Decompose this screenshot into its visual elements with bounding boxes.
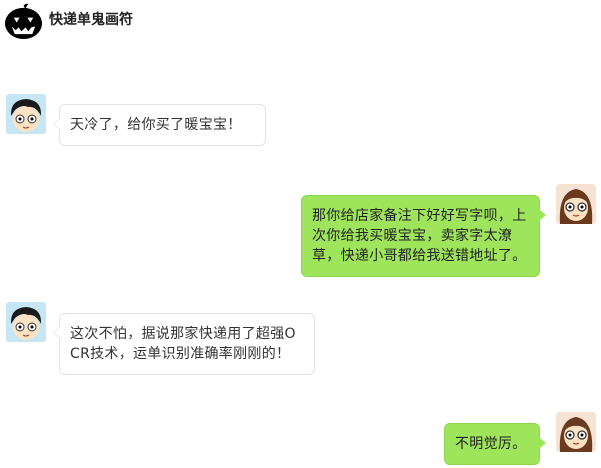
boy-avatar-icon[interactable] bbox=[6, 94, 46, 134]
message-bubble: 天冷了，给你买了暖宝宝！ bbox=[53, 104, 266, 146]
message-bubble: 这次不怕，据说那家快递用了超强OCR技术，运单识别准确率刚刚的！ bbox=[53, 313, 315, 375]
girl-avatar-icon[interactable] bbox=[556, 412, 596, 452]
pumpkin-icon bbox=[4, 2, 43, 41]
chat-header: 快递单鬼画符 bbox=[0, 0, 601, 44]
girl-avatar-icon[interactable] bbox=[556, 184, 596, 224]
message-bubble: 那你给店家备注下好好写字呗，上次你给我买暖宝宝，卖家字太潦草，快递小哥都给我送错… bbox=[301, 195, 546, 277]
boy-avatar-icon[interactable] bbox=[6, 302, 46, 342]
message-bubble: 不明觉厉。 bbox=[444, 423, 546, 465]
chat-title: 快递单鬼画符 bbox=[49, 12, 133, 28]
